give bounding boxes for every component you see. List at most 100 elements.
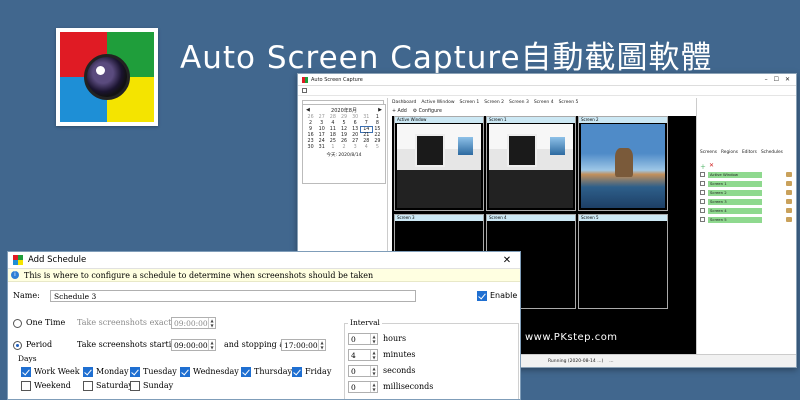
calendar-day[interactable]: 22 (372, 133, 383, 138)
period-radio[interactable] (13, 341, 22, 350)
tuesday-checkbox[interactable] (130, 367, 140, 377)
calendar-day[interactable]: 4 (327, 121, 338, 126)
calendar-day[interactable]: 2 (338, 145, 349, 150)
seconds-input[interactable]: 0 ▲ ▼ (348, 365, 378, 377)
milliseconds-input[interactable]: 0 ▲ ▼ (348, 381, 378, 393)
calendar-day[interactable]: 3 (316, 121, 327, 126)
calendar-day[interactable]: 10 (316, 127, 327, 132)
screen-tab[interactable]: Screen 1 (460, 100, 480, 105)
camera-icon[interactable] (786, 199, 792, 204)
calendar-day[interactable]: 8 (372, 121, 383, 126)
item-checkbox[interactable] (700, 181, 705, 186)
calendar-day[interactable]: 18 (327, 133, 338, 138)
calendar-day[interactable]: 24 (316, 139, 327, 144)
stop-time-input[interactable]: 17:00:00 ▲ ▼ (281, 339, 326, 351)
camera-icon[interactable] (786, 172, 792, 177)
calendar-day[interactable]: 13 (350, 127, 361, 132)
right-panel-tab[interactable]: Editors (742, 150, 757, 155)
calendar-day[interactable]: 26 (338, 139, 349, 144)
list-item[interactable]: Screen 2 (700, 188, 792, 197)
right-panel-tab[interactable]: Schedules (761, 150, 783, 155)
screen-tab[interactable]: Screen 5 (559, 100, 579, 105)
friday-checkbox[interactable] (292, 367, 302, 377)
one-time-radio[interactable] (13, 319, 22, 328)
calendar-day[interactable]: 5 (372, 145, 383, 150)
item-checkbox[interactable] (700, 208, 705, 213)
calendar-day[interactable]: 19 (338, 133, 349, 138)
start-time-input[interactable]: 09:00:00 ▲ ▼ (171, 339, 216, 351)
list-item[interactable]: Active Window (700, 170, 792, 179)
calendar-day[interactable]: 23 (305, 139, 316, 144)
list-item[interactable]: Screen 3 (700, 197, 792, 206)
calendar-day[interactable]: 11 (327, 127, 338, 132)
calendar-day[interactable]: 20 (350, 133, 361, 138)
item-checkbox[interactable] (700, 190, 705, 195)
right-panel-tab[interactable]: Screens (700, 150, 717, 155)
spinner-icon[interactable]: ▲ ▼ (370, 350, 377, 360)
spinner-icon[interactable]: ▲ ▼ (318, 340, 325, 350)
minimize-icon[interactable]: – (765, 76, 768, 83)
next-month-arrow-icon[interactable]: ▶ (378, 107, 382, 113)
thursday-checkbox[interactable] (241, 367, 251, 377)
screen-preview[interactable]: Screen 5 (578, 214, 668, 309)
calendar-day[interactable]: 30 (305, 145, 316, 150)
calendar-day[interactable]: 1 (327, 145, 338, 150)
calendar-day[interactable]: 31 (361, 115, 372, 120)
calendar-day[interactable]: 1 (372, 115, 383, 120)
calendar-day[interactable]: 29 (372, 139, 383, 144)
calendar-day[interactable]: 27 (350, 139, 361, 144)
calendar-day[interactable]: 25 (327, 139, 338, 144)
sunday-checkbox[interactable] (130, 381, 140, 391)
screen-tab[interactable]: Dashboard (392, 100, 416, 105)
filter-checkbox[interactable] (302, 88, 307, 93)
item-checkbox[interactable] (700, 217, 705, 222)
calendar-day[interactable]: 12 (338, 127, 349, 132)
enable-checkbox[interactable] (477, 291, 487, 301)
calendar-day[interactable]: 31 (316, 145, 327, 150)
calendar-day[interactable]: 27 (316, 115, 327, 120)
calendar-day[interactable]: 21 (361, 133, 372, 138)
calendar-day[interactable]: 3 (350, 145, 361, 150)
calendar-day[interactable]: 30 (350, 115, 361, 120)
item-checkbox[interactable] (700, 199, 705, 204)
calendar-day[interactable]: 4 (361, 145, 372, 150)
add-button[interactable]: + Add (392, 109, 407, 114)
calendar-day[interactable]: 17 (316, 133, 327, 138)
prev-month-arrow-icon[interactable]: ◀ (306, 107, 310, 113)
screen-tab[interactable]: Active Window (421, 100, 454, 105)
name-input[interactable]: Schedule 3 (50, 290, 416, 302)
wednesday-checkbox[interactable] (180, 367, 190, 377)
calendar-day[interactable]: 5 (338, 121, 349, 126)
calendar-day[interactable]: 16 (305, 133, 316, 138)
calendar-day[interactable]: 7 (361, 121, 372, 126)
screen-tab[interactable]: Screen 2 (484, 100, 504, 105)
calendar-widget[interactable]: ◀ 2020年8月 ▶ 26 27 28 29 30 31 1 2 3 4 5 6 7 8 9 10 11 12 1… (302, 104, 386, 184)
spinner-icon[interactable]: ▲ ▼ (370, 366, 377, 376)
camera-icon[interactable] (786, 208, 792, 213)
right-panel-tab[interactable]: Regions (721, 150, 738, 155)
calendar-day[interactable]: 28 (361, 139, 372, 144)
calendar-day[interactable]: 2 (305, 121, 316, 126)
work-week-checkbox[interactable] (21, 367, 31, 377)
screen-preview[interactable]: Active Window (394, 116, 484, 211)
hours-input[interactable]: 0 ▲ ▼ (348, 333, 378, 345)
camera-icon[interactable] (786, 217, 792, 222)
saturday-checkbox[interactable] (83, 381, 93, 391)
screen-tab[interactable]: Screen 3 (509, 100, 529, 105)
spinner-icon[interactable]: ▲ ▼ (208, 340, 215, 350)
list-item[interactable]: Screen 4 (700, 206, 792, 215)
exact-time-input[interactable]: 09:00:00 ▲ ▼ (171, 317, 216, 329)
camera-icon[interactable] (786, 190, 792, 195)
spinner-icon[interactable]: ▲ ▼ (370, 334, 377, 344)
spinner-icon[interactable]: ▲ ▼ (370, 382, 377, 392)
weekend-checkbox[interactable] (21, 381, 31, 391)
list-item[interactable]: Screen 1 (700, 179, 792, 188)
calendar-day[interactable]: 14 (359, 126, 373, 133)
calendar-day[interactable]: 9 (305, 127, 316, 132)
monday-checkbox[interactable] (83, 367, 93, 377)
calendar-day[interactable]: 28 (327, 115, 338, 120)
calendar-day[interactable]: 15 (372, 127, 383, 132)
screen-tab[interactable]: Screen 4 (534, 100, 554, 105)
maximize-icon[interactable]: ☐ (774, 76, 779, 83)
close-icon[interactable]: ✕ (785, 76, 790, 83)
